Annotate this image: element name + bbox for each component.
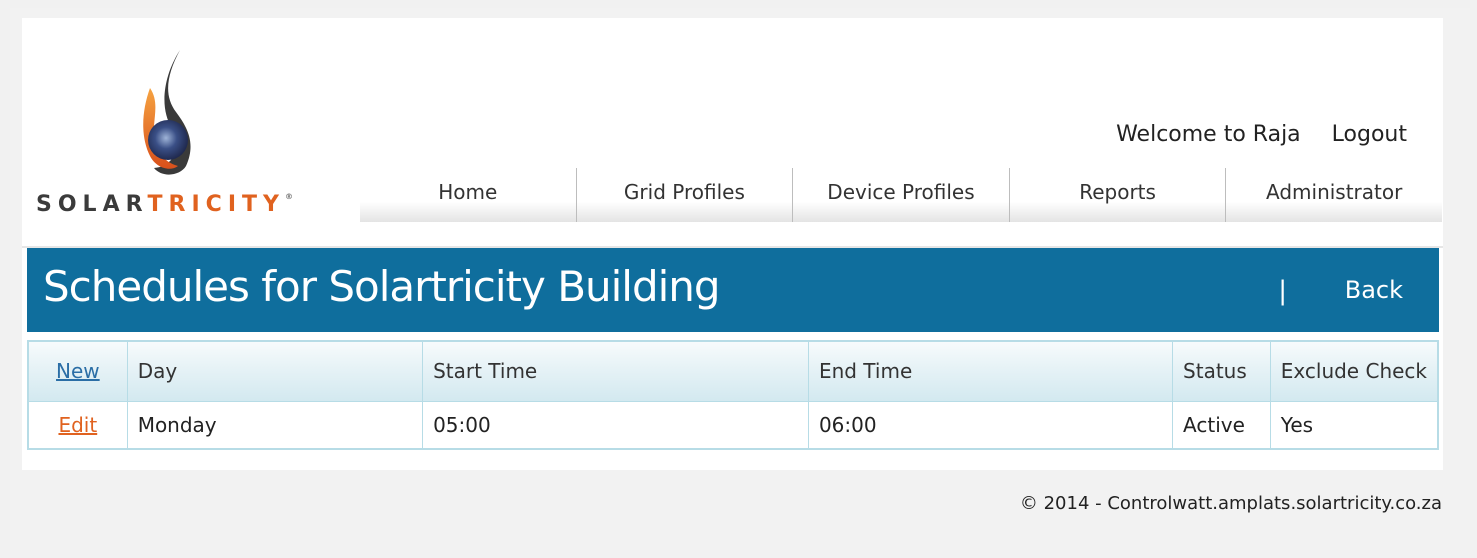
brand-tricity: TRICITY [147, 192, 285, 217]
schedules-table: New Day Start Time End Time Status Exclu… [27, 340, 1439, 450]
column-header-status: Status [1172, 340, 1271, 402]
column-header-start-time: Start Time [422, 340, 809, 402]
cell-day: Monday [126, 400, 424, 450]
cell-exclude-check: Yes [1269, 400, 1439, 450]
column-header-exclude-check: Exclude Check [1269, 340, 1439, 402]
table-header-row: New Day Start Time End Time Status Exclu… [27, 340, 1439, 402]
cell-end-time: 06:00 [807, 400, 1174, 450]
table-row: Edit Monday 05:00 06:00 Active Yes [27, 400, 1439, 450]
main-nav: Home Grid Profiles Device Profiles Repor… [360, 168, 1442, 222]
brand-trademark: ® [284, 192, 293, 201]
column-header-end-time: End Time [807, 340, 1174, 402]
user-links: Welcome to Raja Logout [1116, 122, 1407, 147]
brand-wordmark: SOLARTRICITY® [36, 192, 293, 217]
nav-device-profiles[interactable]: Device Profiles [793, 168, 1010, 222]
row-action-cell: Edit [27, 400, 128, 450]
solartricity-logo[interactable]: SOLARTRICITY® [36, 48, 326, 228]
content-card: SOLARTRICITY® Welcome to Raja Logout Hom… [22, 18, 1443, 470]
brand-solar: SOLAR [36, 192, 148, 217]
flame-logo-icon [143, 50, 191, 175]
page-title: Schedules for Solartricity Building [43, 262, 721, 311]
nav-grid-profiles[interactable]: Grid Profiles [577, 168, 794, 222]
new-schedule-link[interactable]: New [56, 359, 100, 383]
cell-start-time: 05:00 [422, 400, 809, 450]
column-header-new: New [27, 340, 128, 402]
logout-link[interactable]: Logout [1332, 122, 1407, 147]
page-background: SOLARTRICITY® Welcome to Raja Logout Hom… [10, 8, 1470, 550]
cell-status: Active [1172, 400, 1271, 450]
title-separator: | [1278, 276, 1287, 306]
back-link[interactable]: Back [1345, 276, 1403, 304]
footer-copyright: © 2014 - Controlwatt.amplats.solartricit… [1019, 493, 1442, 514]
column-header-day: Day [126, 340, 424, 402]
nav-home[interactable]: Home [360, 168, 577, 222]
page-title-bar: Schedules for Solartricity Building | Ba… [27, 248, 1439, 332]
nav-administrator[interactable]: Administrator [1226, 168, 1442, 222]
nav-reports[interactable]: Reports [1010, 168, 1227, 222]
edit-schedule-link[interactable]: Edit [58, 413, 97, 437]
welcome-text: Welcome to Raja [1116, 122, 1301, 147]
